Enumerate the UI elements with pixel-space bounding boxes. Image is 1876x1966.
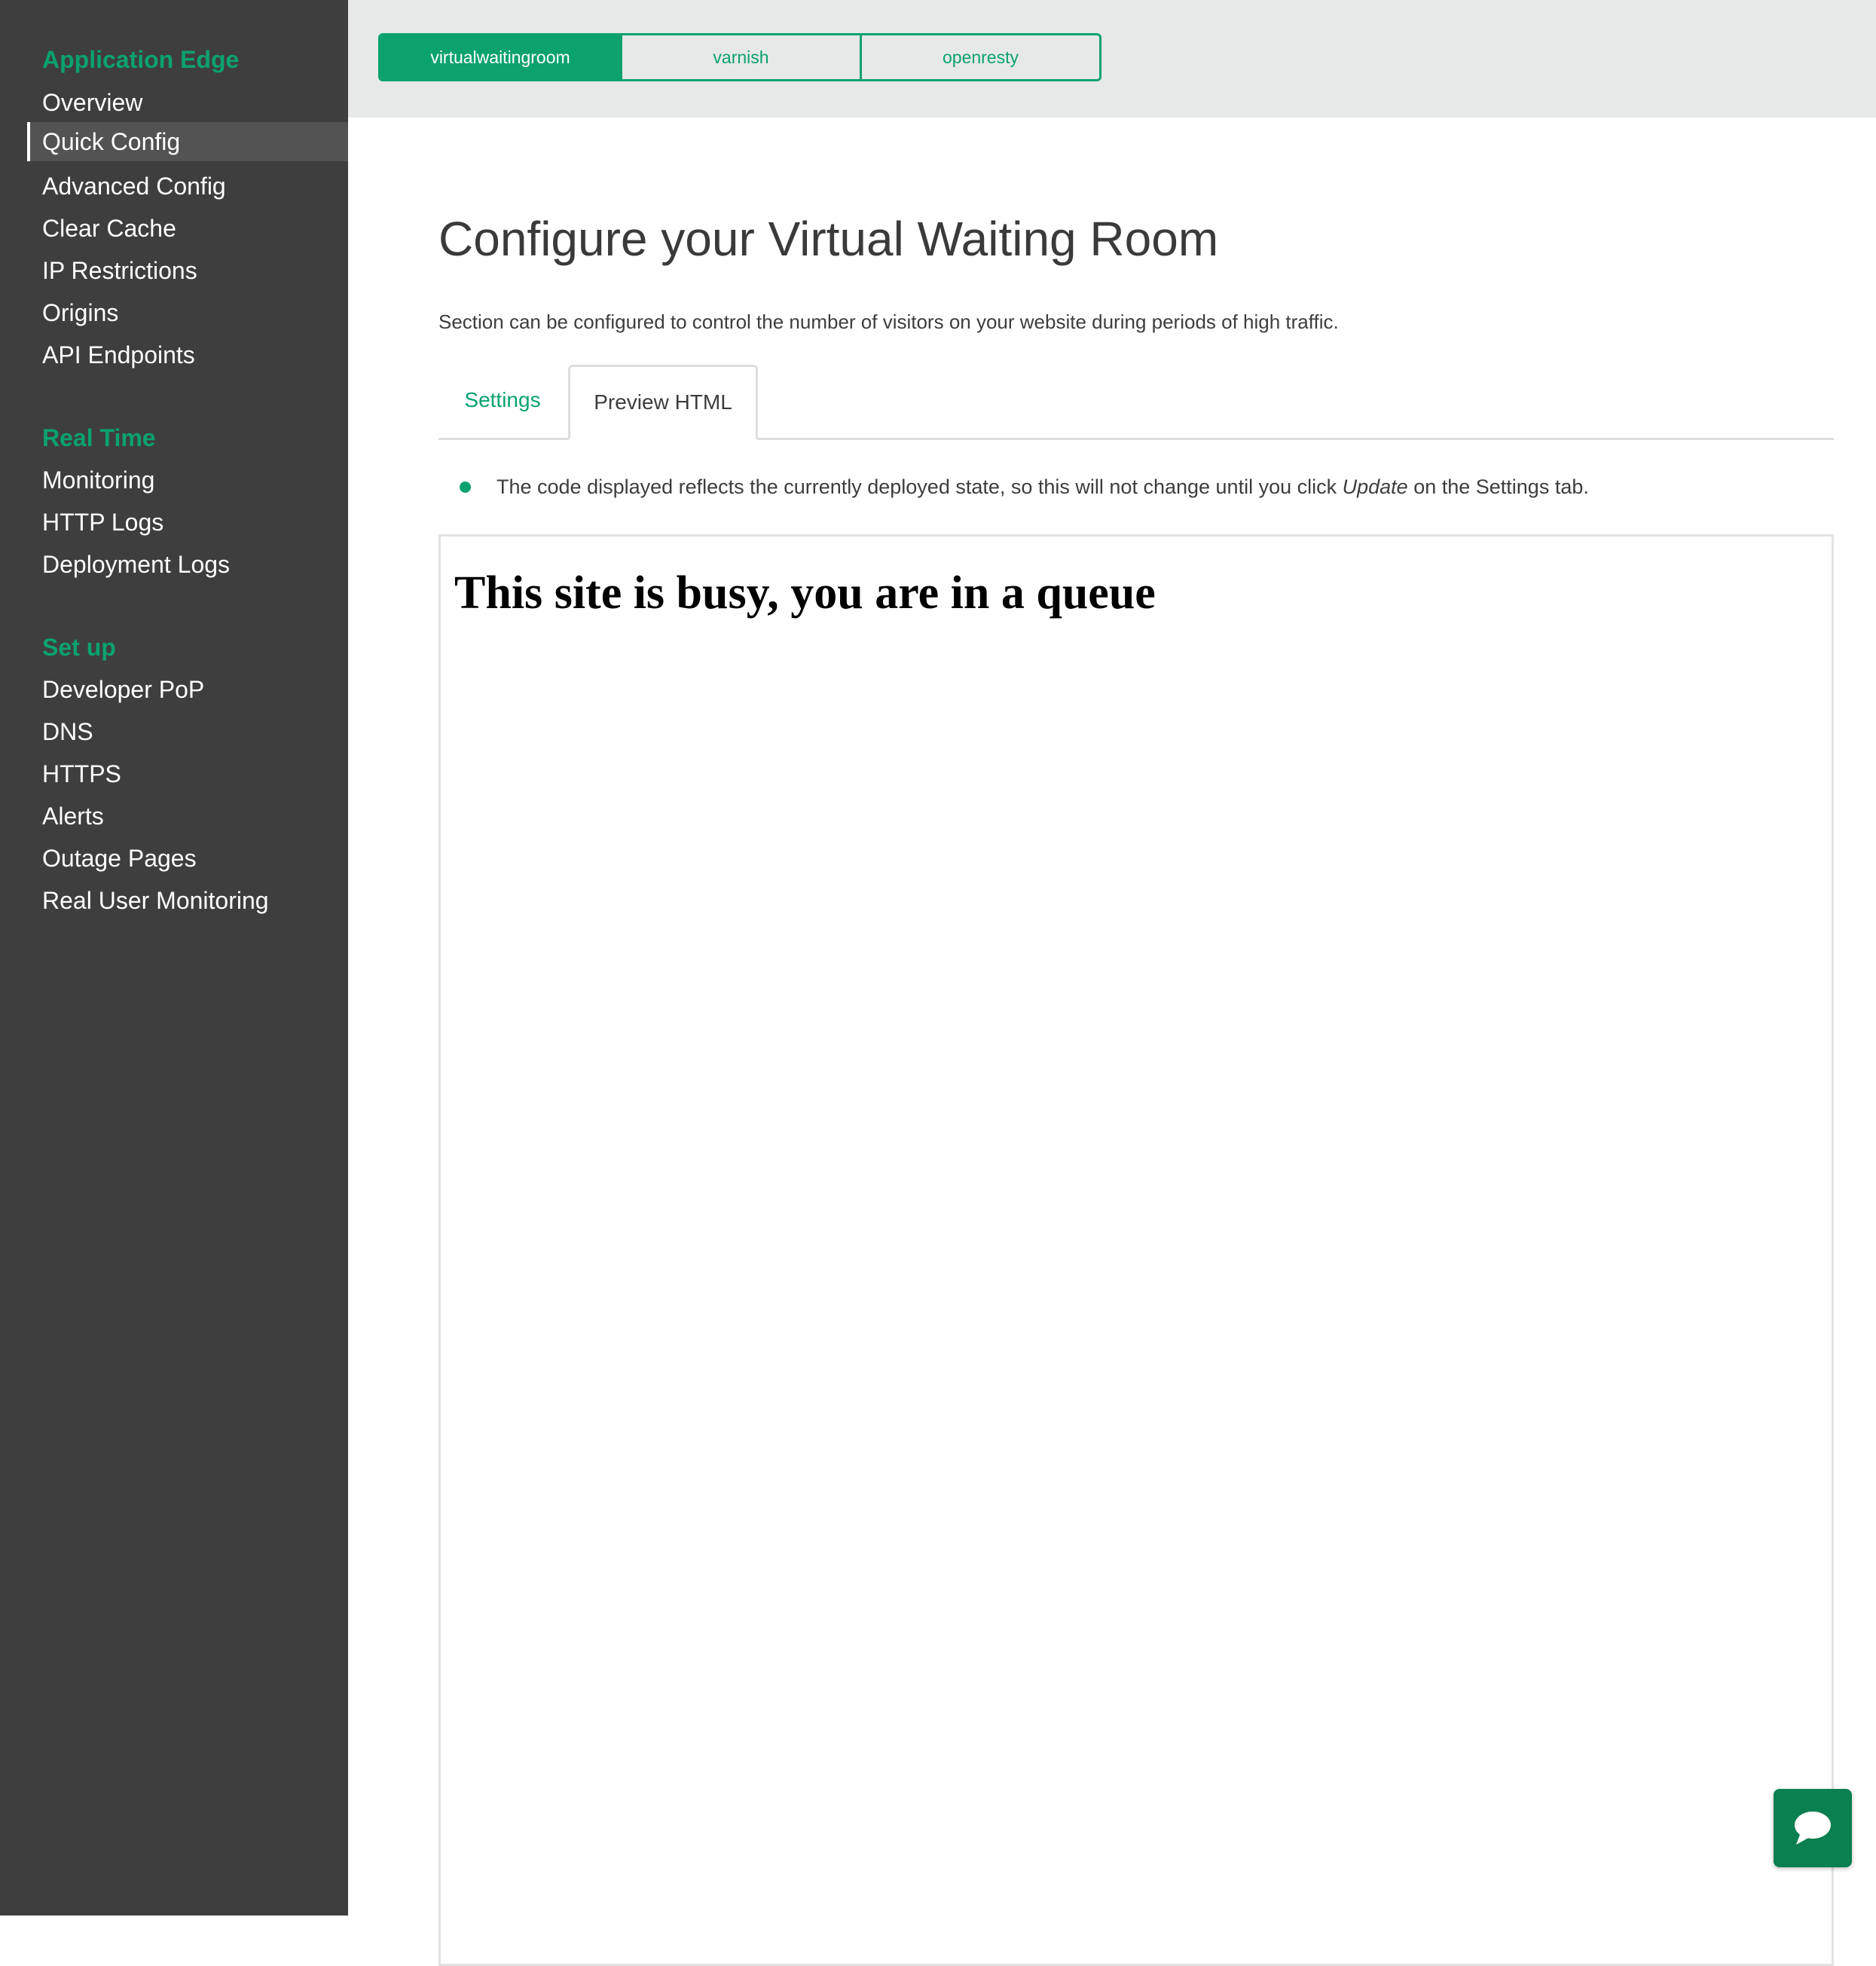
sidebar-item-developer-pop[interactable]: Developer PoP [27,670,348,709]
sidebar-item-deployment-logs[interactable]: Deployment Logs [27,545,348,584]
segment-varnish[interactable]: varnish [620,35,860,79]
sidebar-item-origins[interactable]: Origins [27,293,348,332]
sidebar: Application Edge Overview Quick Config A… [0,0,348,1916]
nav-heading-set-up: Set up [42,634,116,661]
tab-bar: Settings Preview HTML [438,365,1834,440]
sidebar-item-https[interactable]: HTTPS [27,754,348,793]
segment-openresty[interactable]: openresty [860,35,1099,79]
notice-text-after: on the Settings tab. [1407,475,1589,498]
html-preview-frame[interactable]: This site is busy, you are in a queue [438,534,1834,1966]
page-description: Section can be configured to control the… [438,310,1339,333]
chat-bubble-icon [1795,1812,1831,1845]
notice-text-before: The code displayed reflects the currentl… [496,475,1343,498]
sidebar-item-clear-cache[interactable]: Clear Cache [27,209,348,248]
segment-virtualwaitingroom[interactable]: virtualwaitingroom [380,35,620,79]
sidebar-item-monitoring[interactable]: Monitoring [27,460,348,500]
notice-text: The code displayed reflects the currentl… [496,475,1589,499]
sidebar-item-http-logs[interactable]: HTTP Logs [27,503,348,542]
config-type-selector: virtualwaitingroom varnish openresty [378,33,1101,81]
notice-update-emphasis: Update [1342,475,1408,498]
sidebar-item-alerts[interactable]: Alerts [27,796,348,836]
preview-heading: This site is busy, you are in a queue [454,567,1156,619]
tab-settings[interactable]: Settings [438,365,567,438]
sidebar-item-quick-config[interactable]: Quick Config [27,122,348,161]
bullet-dot-icon [460,481,471,493]
sidebar-item-ip-restrictions[interactable]: IP Restrictions [27,251,348,290]
nav-heading-real-time: Real Time [42,424,156,451]
sidebar-item-real-user-monitoring[interactable]: Real User Monitoring [27,881,348,920]
sidebar-item-dns[interactable]: DNS [27,712,348,751]
sidebar-item-api-endpoints[interactable]: API Endpoints [27,335,348,375]
top-bar: virtualwaitingroom varnish openresty [348,0,1876,118]
tab-preview-html[interactable]: Preview HTML [568,365,758,440]
nav-heading-application-edge: Application Edge [42,46,240,73]
chat-button[interactable] [1774,1789,1852,1867]
sidebar-item-outage-pages[interactable]: Outage Pages [27,839,348,878]
deployed-state-notice: The code displayed reflects the currentl… [460,472,1589,502]
page-title: Configure your Virtual Waiting Room [438,212,1219,266]
sidebar-item-advanced-config[interactable]: Advanced Config [27,167,348,206]
sidebar-item-overview[interactable]: Overview [27,83,348,122]
